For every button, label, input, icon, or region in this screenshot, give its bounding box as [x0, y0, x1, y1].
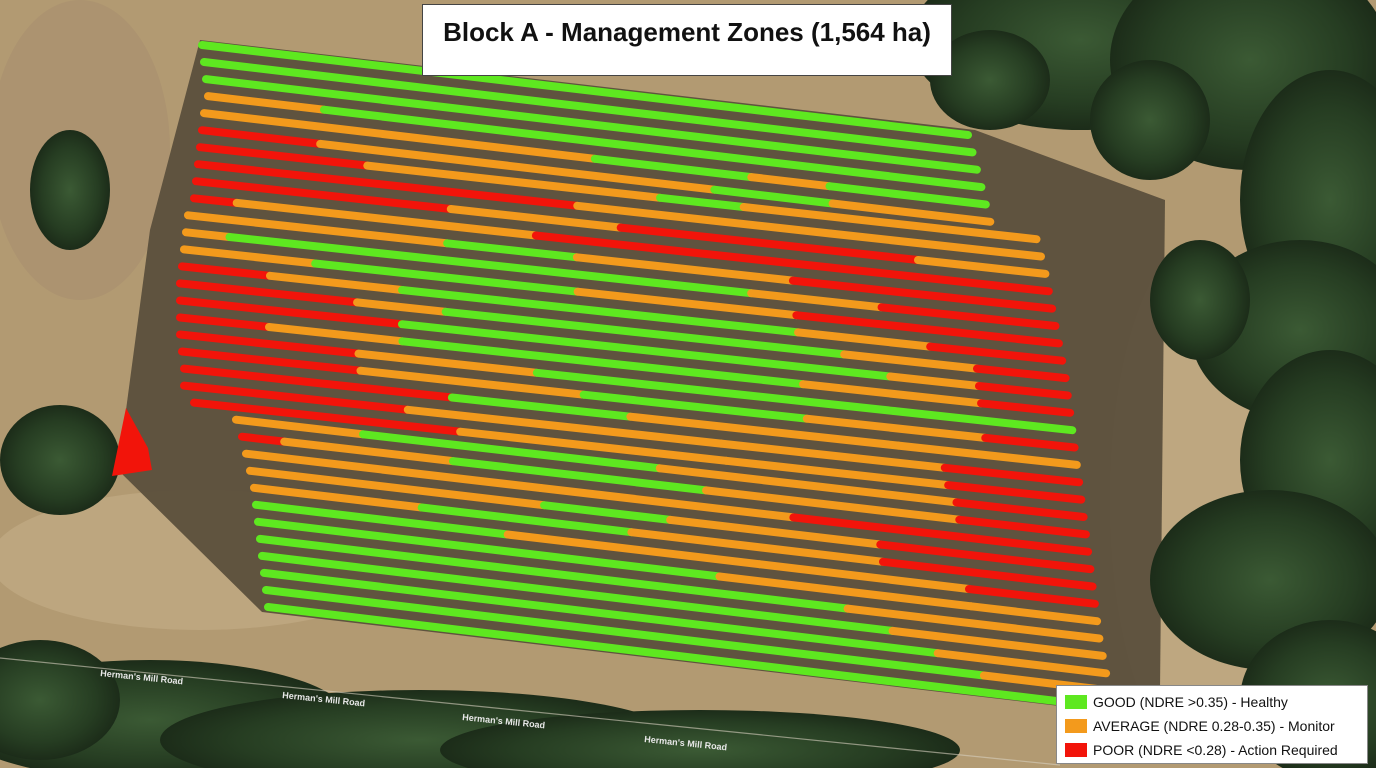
tree-cluster: [30, 130, 110, 250]
good-swatch: [1065, 695, 1087, 709]
row-segment-average: [182, 228, 234, 241]
tree-cluster: [0, 405, 120, 515]
row-segment-poor: [1002, 282, 1053, 296]
tree-cluster: [1150, 240, 1250, 360]
legend-label: AVERAGE (NDRE 0.28-0.35) - Monitor: [1093, 718, 1335, 734]
poor-swatch: [1065, 743, 1087, 757]
map-title: Block A - Management Zones (1,564 ha): [443, 17, 931, 47]
tree-cluster: [1090, 60, 1210, 180]
legend-item-good: GOOD (NDRE >0.35) - Healthy: [1065, 690, 1367, 714]
average-swatch: [1065, 719, 1087, 733]
legend-label: POOR (NDRE <0.28) - Action Required: [1093, 742, 1338, 758]
legend-item-average: AVERAGE (NDRE 0.28-0.35) - Monitor: [1065, 714, 1367, 738]
map-view[interactable]: Herman's Mill Road Herman's Mill Road He…: [0, 0, 1376, 768]
row-segment-poor: [238, 432, 289, 446]
legend-item-poor: POOR (NDRE <0.28) - Action Required: [1065, 738, 1367, 762]
title-panel: Block A - Management Zones (1,564 ha): [422, 4, 952, 76]
aerial-map[interactable]: Herman's Mill Road Herman's Mill Road He…: [0, 0, 1376, 768]
legend-label: GOOD (NDRE >0.35) - Healthy: [1093, 694, 1288, 710]
row-segment-poor: [190, 194, 241, 207]
legend: GOOD (NDRE >0.35) - Healthy AVERAGE (NDR…: [1056, 685, 1368, 764]
